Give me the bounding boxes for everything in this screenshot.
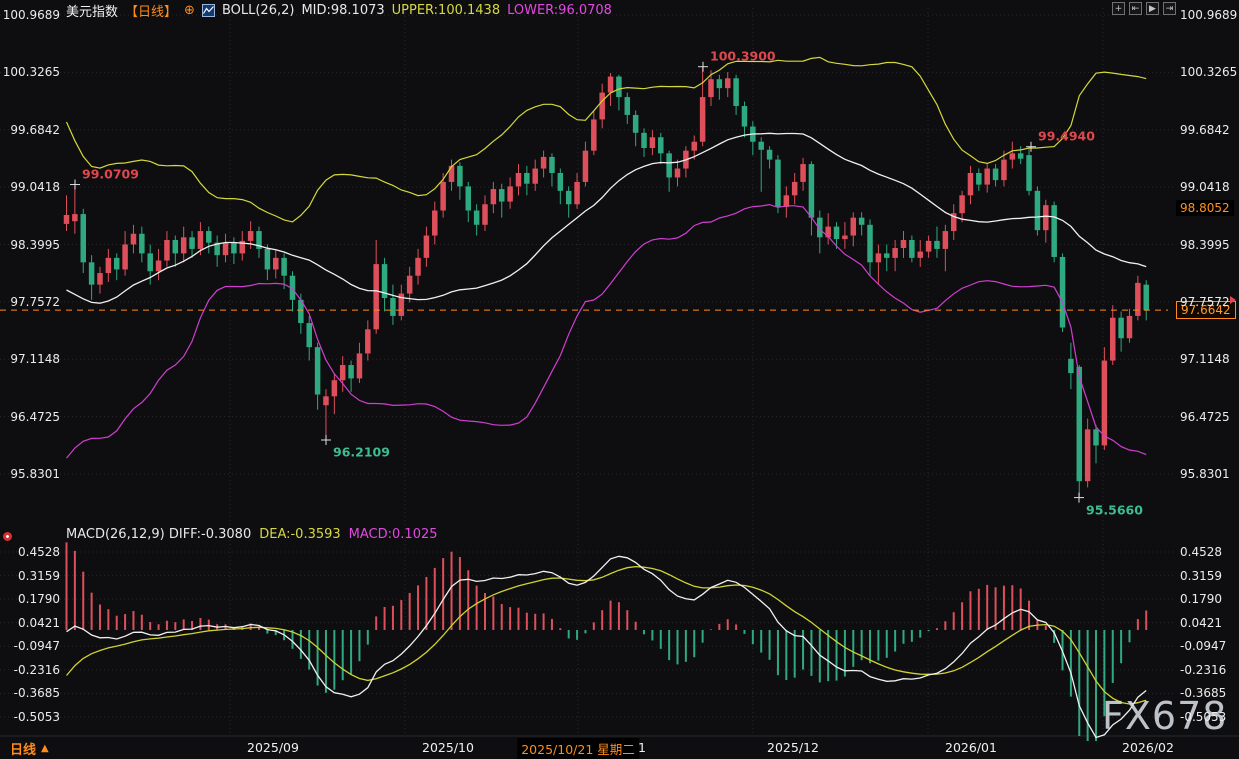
price-axis-left-label: 99.0418: [2, 180, 60, 194]
macd-axis-right-label: 0.3159: [1180, 569, 1222, 583]
price-axis-left-label: 97.7572: [2, 295, 60, 309]
time-axis-month-label[interactable]: 2026/01: [945, 740, 997, 755]
time-axis-month-label[interactable]: 2025/10: [422, 740, 474, 755]
timeframe-selector[interactable]: 日线 ▲: [10, 739, 49, 758]
chart-type-icon[interactable]: [202, 4, 215, 17]
price-axis-right-label: 100.3265: [1180, 65, 1237, 79]
boll-upper-value: UPPER:100.1438: [392, 3, 500, 18]
price-extreme-annotation: 95.5660: [1086, 502, 1143, 517]
time-axis-month-label[interactable]: 2026/02: [1122, 740, 1174, 755]
boll-label: BOLL(26,2): [222, 3, 295, 18]
price-extreme-annotation: 100.3900: [710, 48, 776, 63]
scale-right-icon[interactable]: ▶: [1146, 2, 1159, 15]
price-axis-left-label: 100.9689: [2, 8, 60, 22]
macd-axis-right-label: -0.2316: [1180, 663, 1226, 677]
macd-axis-right-label: 0.1790: [1180, 592, 1222, 606]
macd-axis-right-label: -0.5053: [1180, 710, 1226, 724]
macd-axis-right-label: 0.4528: [1180, 545, 1222, 559]
candlestick-chart-canvas[interactable]: [0, 0, 1239, 758]
price-axis-right-label: 97.1148: [1180, 352, 1230, 366]
crosshair-date-label: 2025/10/21 星期二: [517, 738, 639, 759]
macd-axis-left-label: 0.3159: [2, 569, 60, 583]
price-axis-right-label: 99.6842: [1180, 123, 1230, 137]
macd-hist-label: MACD:0.1025: [349, 527, 438, 542]
price-axis-left-label: 97.1148: [2, 352, 60, 366]
timeframe-arrow-icon: ▲: [41, 743, 49, 754]
price-axis-left-label: 95.8301: [2, 467, 60, 481]
price-extreme-annotation: 99.0709: [82, 166, 139, 181]
boll-lower-value: LOWER:96.0708: [507, 3, 612, 18]
macd-axis-right-label: -0.0947: [1180, 639, 1226, 653]
price-axis-left-label: 100.3265: [2, 65, 60, 79]
chart-header: 美元指数 【日线】 ⊕ BOLL(26,2) MID:98.1073 UPPER…: [66, 2, 612, 19]
price-axis-right-label: 95.8301: [1180, 467, 1230, 481]
price-extreme-annotation: 99.4940: [1038, 128, 1095, 143]
price-axis-left-label: 98.3995: [2, 238, 60, 252]
crosshair-icon[interactable]: +: [1112, 2, 1125, 15]
last-price-arrow-icon: [1230, 296, 1236, 304]
macd-dea-label: DEA:-0.3593: [259, 527, 340, 542]
time-axis-month-label[interactable]: 2025/09: [247, 740, 299, 755]
macd-axis-left-label: 0.4528: [2, 545, 60, 559]
price-axis-left-label: 96.4725: [2, 410, 60, 424]
macd-axis-left-label: 0.0421: [2, 616, 60, 630]
macd-diff-label: MACD(26,12,9) DIFF:-0.3080: [66, 527, 251, 542]
price-axis-right-label: 98.3995: [1180, 238, 1230, 252]
chart-toolbar: + ⇤ ▶ ⇥: [1112, 2, 1176, 15]
price-extreme-annotation: 96.2109: [333, 444, 390, 459]
period-tag[interactable]: 【日线】: [125, 1, 177, 20]
price-axis-right-label: 99.0418: [1180, 180, 1230, 194]
macd-axis-left-label: 0.1790: [2, 592, 60, 606]
partial-month-label: 1: [638, 740, 646, 755]
price-axis-right-label: 97.7572: [1180, 295, 1230, 309]
timeframe-label: 日线: [10, 739, 36, 758]
add-indicator-icon[interactable]: ⊕: [184, 4, 195, 17]
macd-axis-left-label: -0.2316: [2, 663, 60, 677]
symbol-name: 美元指数: [66, 1, 118, 20]
jump-latest-icon[interactable]: ⇥: [1163, 2, 1176, 15]
boll-mid-value: MID:98.1073: [301, 3, 384, 18]
crosshair-price-label: 98.8052: [1176, 200, 1234, 216]
macd-axis-right-label: 0.0421: [1180, 616, 1222, 630]
price-axis-right-label: 100.9689: [1180, 8, 1237, 22]
macd-header: MACD(26,12,9) DIFF:-0.3080 DEA:-0.3593 M…: [66, 527, 438, 542]
macd-axis-right-label: -0.3685: [1180, 686, 1226, 700]
macd-axis-left-label: -0.0947: [2, 639, 60, 653]
macd-indicator-dot-icon[interactable]: [3, 532, 12, 541]
scale-left-icon[interactable]: ⇤: [1129, 2, 1142, 15]
price-axis-left-label: 99.6842: [2, 123, 60, 137]
macd-axis-left-label: -0.5053: [2, 710, 60, 724]
macd-axis-left-label: -0.3685: [2, 686, 60, 700]
time-axis-month-label[interactable]: 2025/12: [767, 740, 819, 755]
price-axis-right-label: 96.4725: [1180, 410, 1230, 424]
